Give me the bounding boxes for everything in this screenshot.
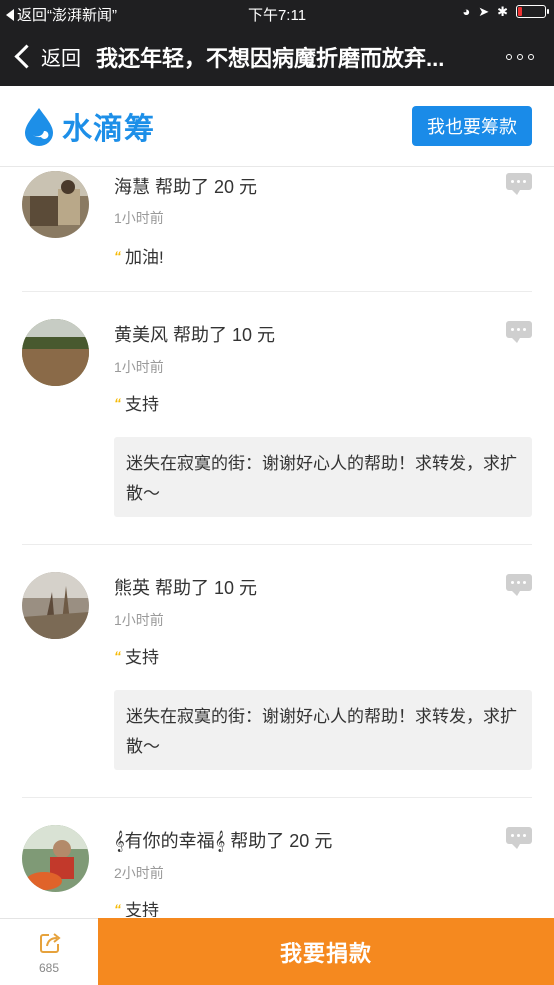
chevron-left-icon <box>14 44 39 69</box>
divider <box>22 291 532 292</box>
bottom-action-bar: 685 我要捐款 <box>0 918 554 985</box>
avatar[interactable] <box>22 319 89 386</box>
donor-message: “ 支持 <box>114 900 159 918</box>
status-bar: 返回“澎湃新闻” 下午7:11 ◕ ➤ ✱ <box>0 0 554 28</box>
avatar[interactable] <box>22 572 89 639</box>
timestamp: 1小时前 <box>114 210 164 226</box>
bluetooth-icon: ✱ <box>497 4 508 19</box>
comment-icon[interactable] <box>506 574 532 596</box>
donor-message: “ 支持 <box>114 394 159 415</box>
brand-name: 水滴筹 <box>62 113 155 146</box>
page-title: 我还年轻，不想因病魔折磨而放弃... <box>96 46 445 71</box>
back-button[interactable]: 返回 <box>14 42 81 71</box>
brand-logo: 水滴筹 <box>22 104 155 148</box>
donor-name: 海慧 <box>114 177 150 197</box>
location-icon: ➤ <box>478 4 490 19</box>
quote-icon: “ <box>114 900 121 917</box>
share-icon <box>40 933 61 953</box>
timestamp: 1小时前 <box>114 359 164 375</box>
donor-message: “ 支持 <box>114 647 159 668</box>
donor-line: 熊英 帮助了 10 元 <box>114 574 257 600</box>
water-drop-icon <box>25 108 53 146</box>
back-label: 返回 <box>41 48 81 70</box>
organizer-reply: 迷失在寂寞的街：谢谢好心人的帮助！求转发，求扩散～ <box>114 690 532 770</box>
comment-icon[interactable] <box>506 827 532 849</box>
share-count: 685 <box>38 961 60 975</box>
avatar[interactable] <box>22 825 89 892</box>
donate-button[interactable]: 我要捐款 <box>98 918 554 985</box>
status-icons: ◕ ➤ ✱ <box>462 4 549 19</box>
start-fundraiser-button[interactable]: 我也要筹款 <box>412 106 532 146</box>
donor-name: 𝄞有你的幸福𝄞 <box>114 831 226 851</box>
quote-icon: “ <box>114 247 121 264</box>
avatar[interactable] <box>22 171 89 238</box>
share-button[interactable]: 685 <box>0 918 98 985</box>
quote-icon: “ <box>114 394 121 411</box>
timestamp: 1小时前 <box>114 612 164 628</box>
divider <box>22 797 532 798</box>
donor-line: 𝄞有你的幸福𝄞 帮助了 20 元 <box>114 827 332 853</box>
donor-message: “ 加油! <box>114 247 164 268</box>
donation-amount: 帮助了 10 元 <box>155 578 258 598</box>
donor-name: 熊英 <box>114 578 150 598</box>
orientation-lock-icon: ◕ <box>462 4 471 19</box>
donation-feed: 海慧 帮助了 20 元 1小时前 “ 加油! 黄美风 帮助了 10 元 1小时前… <box>0 167 554 917</box>
battery-icon <box>516 5 549 18</box>
timestamp: 2小时前 <box>114 865 164 881</box>
quote-icon: “ <box>114 647 121 664</box>
divider <box>22 544 532 545</box>
donation-amount: 帮助了 10 元 <box>173 325 276 345</box>
donor-name: 黄美风 <box>114 325 168 345</box>
donor-line: 黄美风 帮助了 10 元 <box>114 321 275 347</box>
comment-icon[interactable] <box>506 321 532 343</box>
comment-icon[interactable] <box>506 173 532 195</box>
nav-bar: 返回 我还年轻，不想因病魔折磨而放弃... <box>0 28 554 86</box>
brand-header: 水滴筹 我也要筹款 <box>0 86 554 167</box>
donation-amount: 帮助了 20 元 <box>155 177 258 197</box>
more-options-icon[interactable] <box>506 54 534 60</box>
donation-amount: 帮助了 20 元 <box>230 831 333 851</box>
donor-line: 海慧 帮助了 20 元 <box>114 173 257 199</box>
organizer-reply: 迷失在寂寞的街：谢谢好心人的帮助！求转发，求扩散～ <box>114 437 532 517</box>
